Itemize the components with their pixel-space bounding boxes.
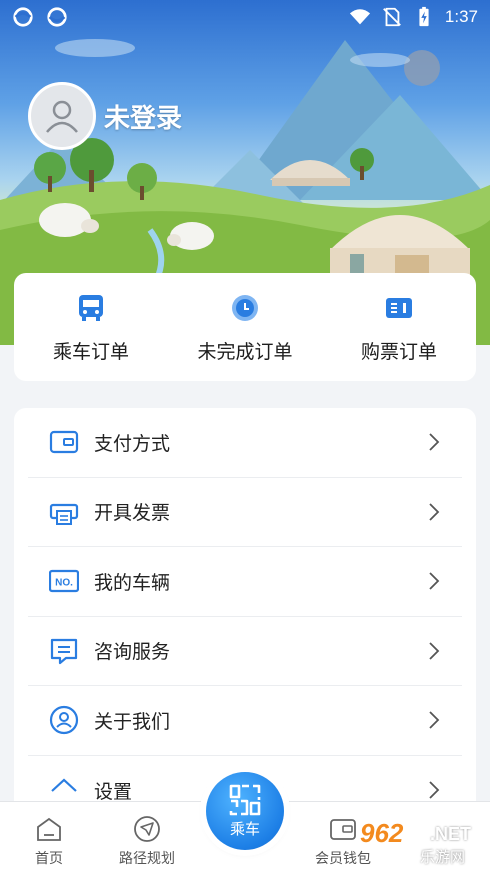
avatar[interactable] <box>28 82 96 150</box>
bus-icon <box>74 291 108 325</box>
license-plate-icon: NO. <box>48 565 80 597</box>
user-circle-icon <box>48 704 80 736</box>
menu-consulting[interactable]: 咨询服务 <box>28 617 462 686</box>
user-icon <box>46 100 78 133</box>
order-label: 乘车订单 <box>52 340 129 363</box>
menu-label: 开具发票 <box>94 502 171 525</box>
battery-charging-icon <box>419 6 429 27</box>
app-notification-icon <box>47 7 67 27</box>
ride-qr-button[interactable]: 乘车 <box>206 772 284 850</box>
menu-label: 我的车辆 <box>94 571 171 594</box>
status-bar: 1:37 <box>0 0 490 34</box>
menu-label: 支付方式 <box>94 432 171 455</box>
watermark-logo: 962 .NET 乐游网 <box>356 818 486 868</box>
ticket-icon <box>382 291 416 325</box>
chevron-right-icon <box>429 781 440 799</box>
menu-about-us[interactable]: 关于我们 <box>28 686 462 756</box>
svg-text:NO.: NO. <box>55 578 73 589</box>
watermark-number: 962 <box>360 818 404 848</box>
app-notification-icon <box>13 7 33 27</box>
order-label: 购票订单 <box>360 340 437 363</box>
watermark-site: 乐游网 <box>420 848 466 866</box>
chevron-right-icon <box>429 642 440 660</box>
menu-invoice[interactable]: 开具发票 <box>28 478 462 547</box>
home-icon <box>37 817 61 841</box>
wifi-icon <box>349 9 370 25</box>
wallet-icon <box>48 426 80 458</box>
message-icon <box>48 635 80 667</box>
menu-label: 关于我们 <box>94 710 171 733</box>
order-shortcuts: 乘车订单 未完成订单 购票订单 <box>14 273 476 381</box>
menu-my-vehicles[interactable]: NO. 我的车辆 <box>28 547 462 617</box>
ride-label: 乘车 <box>229 820 260 838</box>
qr-code-icon <box>229 784 261 816</box>
clock: 1:37 <box>444 7 478 26</box>
printer-icon <box>48 496 80 528</box>
chevron-right-icon <box>429 711 440 729</box>
wallet-icon <box>330 819 356 840</box>
clock-icon <box>228 291 262 325</box>
no-sim-icon <box>383 7 401 27</box>
nav-label: 首页 <box>35 851 63 867</box>
chevron-right-icon <box>429 503 440 521</box>
ride-orders-button[interactable]: 乘车订单 <box>21 291 161 364</box>
menu-payment-method[interactable]: 支付方式 <box>28 408 462 478</box>
chevron-right-icon <box>429 433 440 451</box>
watermark-net: .NET <box>430 824 472 844</box>
nav-route-planning[interactable]: 路径规划 <box>98 802 196 871</box>
nav-label: 路径规划 <box>119 851 175 867</box>
navigation-icon <box>134 816 160 842</box>
menu-label: 咨询服务 <box>94 641 171 664</box>
ticket-orders-button[interactable]: 购票订单 <box>329 291 469 364</box>
order-label: 未完成订单 <box>197 340 293 363</box>
login-status[interactable]: 未登录 <box>104 98 182 135</box>
chevron-right-icon <box>429 572 440 590</box>
nav-home[interactable]: 首页 <box>0 802 98 871</box>
unfinished-orders-button[interactable]: 未完成订单 <box>175 291 315 364</box>
